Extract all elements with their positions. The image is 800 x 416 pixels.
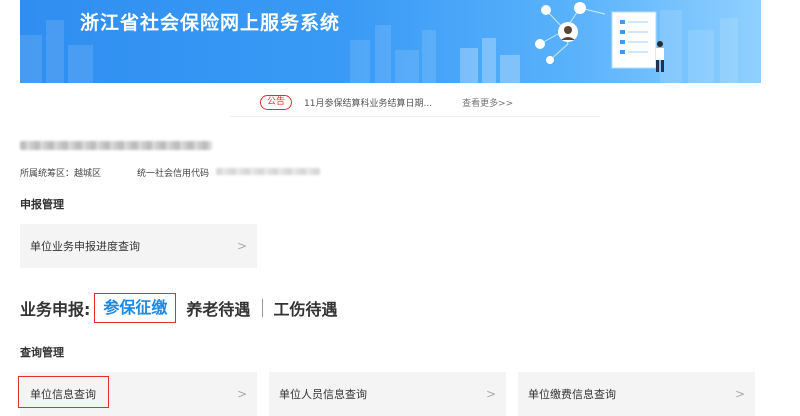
notice-divider: [230, 116, 600, 117]
payment-info-query-card[interactable]: 单位缴费信息查询 >: [518, 372, 755, 416]
notice-bar: 公告 11月参保结算科业务结算日期... 查看更多>>: [260, 93, 513, 111]
system-title: 浙江省社会保险网上服务系统: [80, 12, 341, 34]
business-tabs: 业务申报: 参保征缴 养老待遇 工伤待遇: [20, 293, 337, 323]
card-label: 单位人员信息查询: [279, 388, 367, 401]
notice-link[interactable]: 11月参保结算科业务结算日期...: [304, 96, 432, 109]
company-name-redacted: [20, 141, 212, 150]
declare-progress-card[interactable]: 单位业务申报进度查询 >: [20, 224, 257, 268]
declare-section-title: 申报管理: [20, 198, 64, 211]
chevron-right-icon: >: [236, 239, 247, 253]
tab-divider: [262, 299, 264, 317]
notice-badge: 公告: [260, 94, 293, 110]
card-label: 单位业务申报进度查询: [30, 240, 140, 253]
query-section-title: 查询管理: [20, 346, 64, 359]
tab-work-injury-benefits[interactable]: 工伤待遇: [273, 296, 337, 320]
chevron-right-icon: >: [236, 387, 247, 401]
credit-code-label: 统一社会信用代码: [137, 169, 210, 179]
card-label: 单位缴费信息查询: [528, 388, 616, 401]
tab-insurance-collection[interactable]: 参保征缴: [94, 293, 177, 323]
org-info-query-card[interactable]: 单位信息查询 >: [20, 372, 257, 416]
chevron-right-icon: >: [485, 387, 496, 401]
chevron-right-icon: >: [734, 387, 745, 401]
card-label: 单位信息查询: [30, 388, 96, 401]
header-banner: 浙江省社会保险网上服务系统: [20, 0, 761, 83]
credit-code-redacted: [216, 168, 320, 175]
staff-info-query-card[interactable]: 单位人员信息查询 >: [269, 372, 506, 416]
tab-pension-benefits[interactable]: 养老待遇: [186, 296, 250, 320]
view-more-link[interactable]: 查看更多>>: [462, 96, 513, 109]
business-label: 业务申报:: [20, 300, 91, 319]
district-label: 所属统筹区：越城区: [20, 169, 102, 179]
